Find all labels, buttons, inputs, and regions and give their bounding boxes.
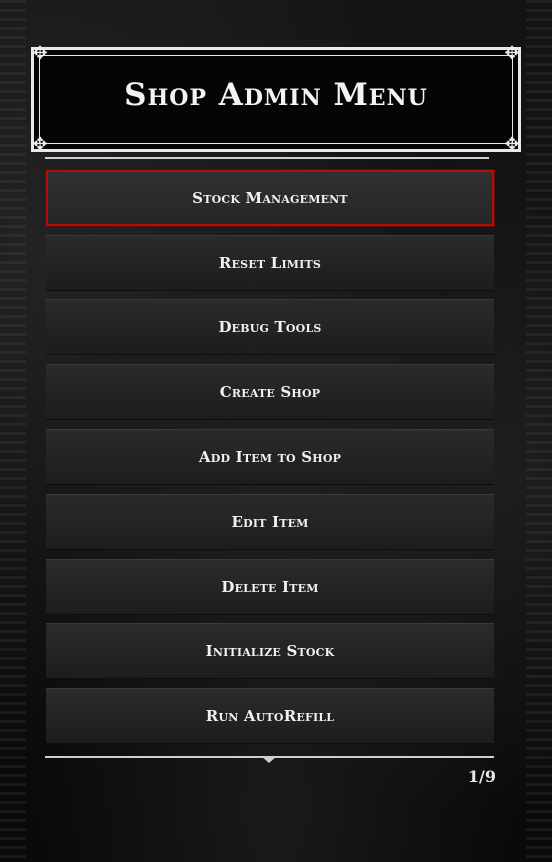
divider-top [45, 157, 489, 159]
menu-item-create-shop[interactable]: Create Shop [46, 364, 494, 420]
ornament-corner-icon: ✥ [32, 134, 48, 155]
menu-item-delete-item[interactable]: Delete Item [46, 559, 494, 615]
ornament-corner-icon: ✥ [504, 43, 520, 64]
menu-item-edit-item[interactable]: Edit Item [46, 494, 494, 550]
page-indicator: 1/9 [467, 767, 496, 786]
menu-header: ✥ ✥ ✥ ✥ Shop Admin Menu [31, 43, 521, 155]
ornament-corner-icon: ✥ [32, 43, 48, 64]
ornament-corner-icon: ✥ [504, 134, 520, 155]
menu-item-initialize-stock[interactable]: Initialize Stock [46, 623, 494, 679]
menu-item-add-item-to-shop[interactable]: Add Item to Shop [46, 429, 494, 485]
menu-item-run-autorefill[interactable]: Run AutoRefill [46, 688, 494, 744]
menu-item-reset-limits[interactable]: Reset Limits [46, 235, 494, 291]
scroll-down-indicator-icon [261, 756, 277, 763]
menu-item-debug-tools[interactable]: Debug Tools [46, 299, 494, 355]
menu-item-stock-management[interactable]: Stock Management [45, 169, 495, 227]
menu-title: Shop Admin Menu [124, 77, 428, 113]
